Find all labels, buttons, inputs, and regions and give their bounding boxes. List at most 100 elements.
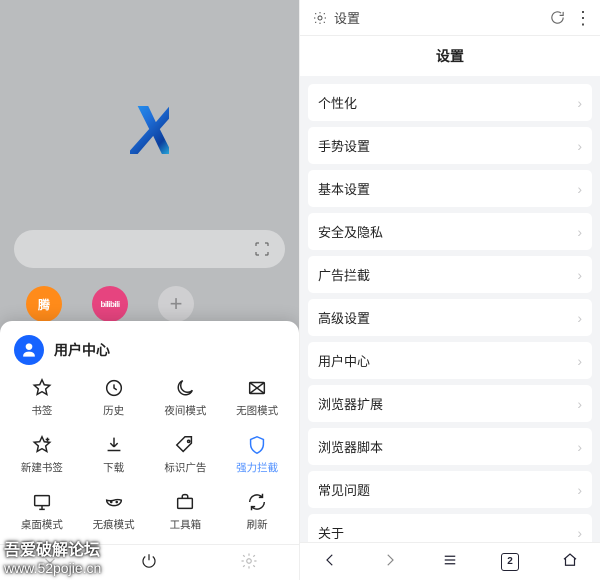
settings-label: 浏览器脚本	[318, 437, 383, 456]
avatar[interactable]	[14, 335, 44, 365]
settings-list: 个性化 › 手势设置 › 基本设置 › 安全及隐私 › 广告拦截 › 高级设置 …	[300, 76, 600, 542]
settings-label: 关于	[318, 523, 344, 542]
menu-sheet: 用户中心 书签 历史 夜间模式 无图模式 新建书签	[0, 321, 299, 580]
tool-label: 桌面模式	[21, 517, 63, 532]
shortcut-badge: 腾	[26, 286, 62, 322]
tool-download[interactable]: 下载	[78, 434, 150, 475]
settings-label: 广告拦截	[318, 265, 370, 284]
nav-forward[interactable]	[381, 551, 399, 572]
settings-label: 安全及隐私	[318, 222, 383, 241]
sheet-bottom-bar	[0, 544, 299, 580]
settings-item-personalization[interactable]: 个性化 ›	[308, 84, 592, 121]
tool-label: 刷新	[247, 517, 268, 532]
tool-bookmarks[interactable]: 书签	[6, 377, 78, 418]
gear-icon	[240, 552, 258, 570]
gear-icon	[312, 10, 328, 26]
tool-no-image[interactable]: 无图模式	[221, 377, 293, 418]
tool-label: 新建书签	[21, 460, 63, 475]
nav-tabs[interactable]: 2	[501, 553, 519, 571]
nav-menu[interactable]	[441, 551, 459, 572]
chevron-right-icon: ›	[577, 267, 582, 283]
address-field[interactable]: 设置	[308, 4, 541, 31]
address-text: 设置	[334, 8, 360, 27]
settings-label: 高级设置	[318, 308, 370, 327]
clock-icon	[103, 377, 125, 399]
settings-item-faq[interactable]: 常见问题 ›	[308, 471, 592, 508]
nav-back[interactable]	[321, 551, 339, 572]
settings-button[interactable]	[240, 552, 258, 573]
desktop-icon	[31, 491, 53, 513]
settings-label: 用户中心	[318, 351, 370, 370]
tool-add-bookmark[interactable]: 新建书签	[6, 434, 78, 475]
tool-night-mode[interactable]: 夜间模式	[150, 377, 222, 418]
settings-item-about[interactable]: 关于 ›	[308, 514, 592, 542]
plus-icon: +	[158, 286, 194, 322]
chevron-right-icon: ›	[577, 224, 582, 240]
nav-bar: 2	[300, 542, 600, 580]
tool-toolbox[interactable]: 工具箱	[150, 491, 222, 532]
mask-icon	[103, 491, 125, 513]
chevron-right-icon: ›	[577, 95, 582, 111]
tool-adblock[interactable]: 强力拦截	[221, 434, 293, 475]
settings-item-gestures[interactable]: 手势设置 ›	[308, 127, 592, 164]
settings-label: 常见问题	[318, 480, 370, 499]
shortcut-badge: bilibili	[92, 286, 128, 322]
settings-label: 基本设置	[318, 179, 370, 198]
tag-icon	[174, 434, 196, 456]
chevron-right-icon: ›	[577, 439, 582, 455]
browser-logo: X	[0, 0, 299, 230]
address-bar: 设置 ⋮	[300, 0, 600, 36]
more-menu-icon[interactable]: ⋮	[574, 9, 592, 27]
settings-item-adblock[interactable]: 广告拦截 ›	[308, 256, 592, 293]
scan-icon[interactable]	[253, 240, 271, 258]
search-bar[interactable]	[14, 230, 285, 268]
tool-label: 无图模式	[236, 403, 278, 418]
tool-grid: 书签 历史 夜间模式 无图模式 新建书签 下载	[6, 373, 293, 538]
star-plus-icon	[31, 434, 53, 456]
power-icon	[140, 552, 158, 570]
settings-item-general[interactable]: 基本设置 ›	[308, 170, 592, 207]
settings-item-extensions[interactable]: 浏览器扩展 ›	[308, 385, 592, 422]
shield-icon	[246, 434, 268, 456]
nav-home[interactable]	[561, 551, 579, 572]
tool-incognito[interactable]: 无痕模式	[78, 491, 150, 532]
tool-label: 标识广告	[164, 460, 206, 475]
settings-item-scripts[interactable]: 浏览器脚本 ›	[308, 428, 592, 465]
page-title: 设置	[300, 36, 600, 76]
refresh-icon	[246, 491, 268, 513]
tool-label: 下载	[103, 460, 124, 475]
tab-count: 2	[507, 556, 513, 567]
tool-history[interactable]: 历史	[78, 377, 150, 418]
power-button[interactable]	[140, 552, 158, 573]
settings-item-advanced[interactable]: 高级设置 ›	[308, 299, 592, 336]
menu-icon	[441, 551, 459, 569]
briefcase-icon	[174, 491, 196, 513]
sheet-title[interactable]: 用户中心	[54, 340, 110, 360]
chevron-right-icon: ›	[577, 353, 582, 369]
settings-label: 手势设置	[318, 136, 370, 155]
tool-mark-ads[interactable]: 标识广告	[150, 434, 222, 475]
tool-desktop-mode[interactable]: 桌面模式	[6, 491, 78, 532]
chevron-right-icon	[381, 551, 399, 569]
chevron-right-icon: ›	[577, 138, 582, 154]
chevron-right-icon: ›	[577, 525, 582, 541]
home-icon	[561, 551, 579, 569]
tool-refresh[interactable]: 刷新	[221, 491, 293, 532]
moon-icon	[174, 377, 196, 399]
download-icon	[103, 434, 125, 456]
settings-label: 个性化	[318, 93, 357, 112]
settings-item-security-privacy[interactable]: 安全及隐私 ›	[308, 213, 592, 250]
tool-label: 无痕模式	[93, 517, 135, 532]
settings-item-user-center[interactable]: 用户中心 ›	[308, 342, 592, 379]
logo-x: X	[130, 90, 169, 170]
tool-label: 工具箱	[170, 517, 202, 532]
tool-label: 历史	[103, 403, 124, 418]
chevron-left-icon	[321, 551, 339, 569]
chevron-down-icon	[41, 552, 59, 570]
settings-label: 浏览器扩展	[318, 394, 383, 413]
chevron-right-icon: ›	[577, 396, 582, 412]
chevron-right-icon: ›	[577, 181, 582, 197]
chevron-right-icon: ›	[577, 310, 582, 326]
reload-icon[interactable]	[549, 9, 566, 26]
back-button[interactable]	[41, 552, 59, 573]
